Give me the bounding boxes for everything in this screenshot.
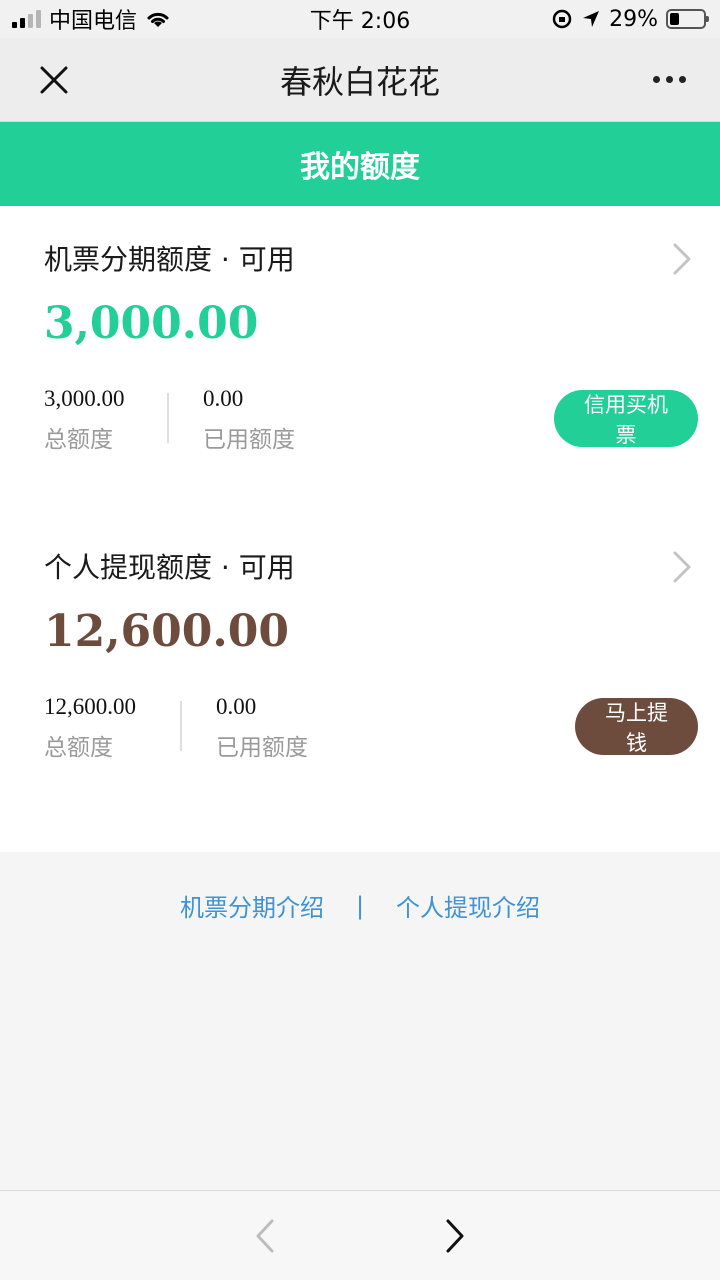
flight-credit-card[interactable]: 机票分期额度 · 可用 3,000.00 3,000.00 总额度 0.00 已… bbox=[0, 206, 720, 506]
orientation-lock-icon bbox=[552, 9, 572, 29]
available-amount: 3,000.00 bbox=[44, 298, 259, 349]
battery-fill bbox=[670, 13, 680, 25]
used-credit-label: 已用额度 bbox=[216, 735, 308, 761]
credit-cards-section: 机票分期额度 · 可用 3,000.00 3,000.00 总额度 0.00 已… bbox=[0, 206, 720, 852]
total-credit: 3,000.00 总额度 bbox=[44, 386, 125, 454]
used-credit-label: 已用额度 bbox=[203, 427, 295, 453]
link-separator: | bbox=[355, 891, 365, 920]
back-arrow-icon bbox=[256, 1219, 274, 1252]
nav-title: 春秋白花花 bbox=[279, 62, 440, 101]
page-title: 我的额度 bbox=[300, 150, 420, 185]
more-icon bbox=[652, 76, 660, 83]
stat-divider bbox=[180, 701, 182, 751]
back-button[interactable] bbox=[245, 1216, 285, 1256]
total-credit-value: 3,000.00 bbox=[44, 386, 125, 411]
used-credit-value: 0.00 bbox=[216, 694, 257, 719]
status-left: 中国电信 bbox=[12, 3, 171, 35]
page-header: 我的额度 bbox=[0, 122, 720, 206]
carrier-label: 中国电信 bbox=[49, 9, 138, 34]
location-icon bbox=[583, 11, 600, 27]
card-title: 个人提现额度 · 可用 bbox=[44, 551, 295, 584]
wifi-icon bbox=[147, 12, 169, 27]
stat-divider bbox=[167, 393, 169, 443]
signal-icon bbox=[12, 10, 41, 28]
battery-percent: 29% bbox=[609, 6, 658, 32]
intro-links: 机票分期介绍 | 个人提现介绍 bbox=[0, 888, 720, 923]
total-credit-label: 总额度 bbox=[44, 427, 113, 453]
total-credit: 12,600.00 总额度 bbox=[44, 694, 136, 762]
card-title: 机票分期额度 · 可用 bbox=[44, 243, 295, 276]
battery-icon bbox=[666, 9, 709, 29]
chevron-right-icon[interactable] bbox=[670, 550, 694, 584]
bottom-toolbar bbox=[0, 1190, 720, 1280]
total-credit-value: 12,600.00 bbox=[44, 694, 136, 719]
withdraw-button[interactable]: 马上提钱 bbox=[575, 698, 698, 755]
close-button[interactable] bbox=[34, 60, 74, 100]
flight-installment-intro-link[interactable]: 机票分期介绍 bbox=[180, 888, 324, 923]
status-bar: 中国电信 下午 2:06 29% bbox=[0, 0, 720, 38]
forward-button[interactable] bbox=[435, 1216, 475, 1256]
status-right: 29% bbox=[551, 6, 709, 32]
buy-ticket-button[interactable]: 信用买机票 bbox=[554, 390, 698, 447]
forward-arrow-icon bbox=[446, 1219, 464, 1252]
nav-bar: 春秋白花花 bbox=[0, 38, 720, 122]
chevron-right-icon[interactable] bbox=[670, 242, 694, 276]
cash-credit-card[interactable]: 个人提现额度 · 可用 12,600.00 12,600.00 总额度 0.00… bbox=[0, 514, 720, 814]
used-credit-value: 0.00 bbox=[203, 386, 244, 411]
used-credit: 0.00 已用额度 bbox=[203, 386, 295, 454]
close-icon bbox=[40, 66, 68, 93]
total-credit-label: 总额度 bbox=[44, 735, 113, 761]
used-credit: 0.00 已用额度 bbox=[216, 694, 308, 762]
more-button[interactable] bbox=[644, 60, 694, 100]
available-amount: 12,600.00 bbox=[44, 606, 289, 657]
cash-withdrawal-intro-link[interactable]: 个人提现介绍 bbox=[396, 888, 540, 923]
